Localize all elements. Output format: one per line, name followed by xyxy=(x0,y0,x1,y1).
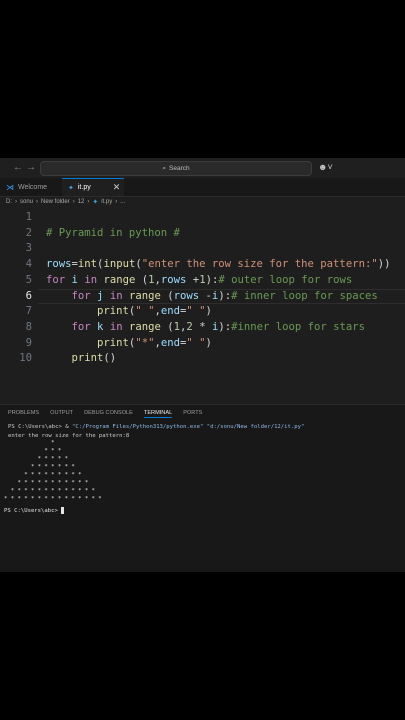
pyramid-row: * * * xyxy=(4,448,62,454)
code-line[interactable]: 3 xyxy=(0,241,405,257)
line-number: 9 xyxy=(25,336,32,349)
pyramid-row: * * * * * * * * * * * * * xyxy=(4,488,95,494)
code-line[interactable]: 7 print(" ",end=" ") xyxy=(0,304,405,320)
terminal-final-prompt[interactable]: PS C:\Users\abc> xyxy=(4,507,102,515)
chevron-right-icon: › xyxy=(72,199,75,205)
terminal-output[interactable]: PS C:\Users\abc> & "C:/Program Files/Pyt… xyxy=(8,423,403,440)
terminal-input-line: enter the row size for the pattern:8 xyxy=(8,432,130,439)
line-number: 3 xyxy=(25,242,32,255)
line-number: 7 xyxy=(25,305,32,318)
breadcrumb: D: › sonu › New folder › 12 › ✦ it.py › ... xyxy=(6,196,125,208)
tab-ports[interactable]: PORTS xyxy=(183,410,202,418)
close-icon[interactable]: ✕ xyxy=(113,182,121,193)
python-file-icon: ✦ xyxy=(92,199,99,206)
vscode-logo-icon: ⋊ xyxy=(6,182,14,192)
pyramid-output: * * * * * * * * * * * * * * * * * * * * … xyxy=(4,439,102,515)
title-bar: ← → ⌕ Search ☻˅ xyxy=(0,158,405,178)
terminal-prompt: PS C:\Users\abc> xyxy=(4,508,62,514)
vscode-window: ← → ⌕ Search ☻˅ ⋊ Welcome ✦ it.py ✕ D: › … xyxy=(0,158,405,572)
breadcrumb-item[interactable]: sonu xyxy=(20,199,33,205)
pyramid-row: * * * * * * * * * * * xyxy=(4,480,89,486)
code-text: for i in range (1,rows +1):# outer loop … xyxy=(46,273,353,286)
tab-terminal[interactable]: TERMINAL xyxy=(143,410,173,418)
search-icon: ⌕ xyxy=(162,164,167,172)
code-line[interactable]: 1 xyxy=(0,210,405,226)
command-center-search[interactable]: ⌕ Search xyxy=(40,161,312,176)
tab-label: it.py xyxy=(77,184,91,191)
text-cursor xyxy=(61,507,65,514)
line-number: 10 xyxy=(19,352,32,365)
breadcrumb-item[interactable]: D: xyxy=(6,199,12,205)
terminal-prompt: PS C:\Users\abc> & xyxy=(8,424,72,430)
code-line[interactable]: 10 print() xyxy=(0,351,405,367)
line-number: 6 xyxy=(25,289,32,302)
code-line[interactable]: 4 rows=int(input("enter the row size for … xyxy=(0,257,405,273)
chevron-right-icon: › xyxy=(15,199,17,205)
pyramid-row: * * * * * xyxy=(4,456,68,462)
code-text: for k in range (1,2 * i):#inner loop for… xyxy=(71,320,366,333)
pyramid-row: * * * * * * * * * * * * * * * xyxy=(4,496,102,502)
code-line[interactable]: 9 print("*",end=" ") xyxy=(0,336,405,352)
copilot-icon[interactable]: ☻˅ xyxy=(318,162,333,172)
breadcrumb-item[interactable]: it.py xyxy=(101,199,112,205)
tab-welcome[interactable]: ⋊ Welcome xyxy=(0,178,62,196)
terminal-command: "C:/Program Files/Python313/python.exe" … xyxy=(72,424,305,430)
pyramid-row: * * * * * * * * * xyxy=(4,472,82,478)
code-text: print("*",end=" ") xyxy=(97,336,212,349)
line-number: 4 xyxy=(25,258,32,271)
line-number: 2 xyxy=(25,226,32,239)
line-number: 5 xyxy=(25,273,32,286)
code-text: for j in range (rows -i):# inner loop fo… xyxy=(71,289,378,302)
back-arrow-icon[interactable]: ← xyxy=(13,162,23,173)
code-line[interactable]: 5 for i in range (1,rows +1):# outer loop… xyxy=(0,273,405,289)
code-text: print(" ",end=" ") xyxy=(97,305,212,318)
code-text: rows=int(input("enter the row size for t… xyxy=(46,258,391,271)
code-editor[interactable]: 1 2 # Pyramid in python # 3 4 rows=int(input(… xyxy=(0,210,405,418)
line-number: 8 xyxy=(25,320,32,333)
breadcrumb-item[interactable]: New folder xyxy=(41,199,70,205)
tab-problems[interactable]: PROBLEMS xyxy=(8,410,39,418)
editor-tabs: ⋊ Welcome ✦ it.py ✕ xyxy=(0,178,405,197)
chevron-right-icon: › xyxy=(36,199,39,205)
code-text: # Pyramid in python # xyxy=(46,226,180,239)
code-line[interactable]: 8 for k in range (1,2 * i):#inner loop f… xyxy=(0,320,405,336)
code-text: print() xyxy=(71,352,117,365)
search-label: Search xyxy=(169,165,190,172)
breadcrumb-item[interactable]: ... xyxy=(120,199,125,205)
chevron-right-icon: › xyxy=(115,199,118,205)
forward-arrow-icon[interactable]: → xyxy=(26,162,36,173)
tab-debug-console[interactable]: DEBUG CONSOLE xyxy=(84,410,133,418)
chevron-right-icon: › xyxy=(87,199,90,205)
tab-it-py[interactable]: ✦ it.py ✕ xyxy=(62,178,124,196)
code-line[interactable]: 2 # Pyramid in python # xyxy=(0,226,405,242)
tab-label: Welcome xyxy=(18,183,48,191)
pyramid-row: * xyxy=(4,440,55,446)
python-file-icon: ✦ xyxy=(68,184,74,192)
code-line[interactable]: 6 for j in range (rows -i):# inner loop … xyxy=(0,288,405,305)
tab-output[interactable]: OUTPUT xyxy=(50,410,73,418)
breadcrumb-item[interactable]: 12 xyxy=(78,199,85,205)
pyramid-row: * * * * * * * xyxy=(4,464,75,470)
line-number: 1 xyxy=(25,211,32,223)
bottom-panel: PROBLEMS OUTPUT DEBUG CONSOLE TERMINAL P… xyxy=(0,404,405,572)
panel-tabs: PROBLEMS OUTPUT DEBUG CONSOLE TERMINAL P… xyxy=(8,410,202,418)
